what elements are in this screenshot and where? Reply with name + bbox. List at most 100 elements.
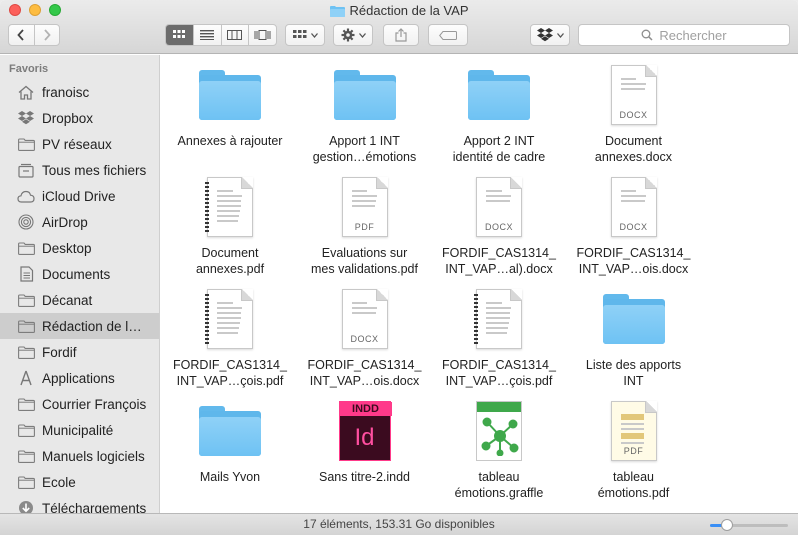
file-extension-label: DOCX (350, 334, 379, 344)
folder-item[interactable]: Mails Yvon (163, 391, 297, 503)
sidebar-item-label: Téléchargements (42, 500, 147, 514)
pdf-document-icon: PDF (610, 401, 657, 461)
file-item[interactable]: DOCX FORDIF_CAS1314_ INT_VAP…ois.docx (567, 167, 701, 279)
back-button[interactable] (9, 25, 35, 45)
file-name: FORDIF_CAS1314_ INT_VAP…çois.pdf (163, 357, 297, 389)
file-item[interactable]: FORDIF_CAS1314_ INT_VAP…çois.pdf (432, 279, 566, 391)
applications-icon (17, 370, 35, 386)
grid-icon (173, 30, 186, 38)
file-name-line-2: émotions.pdf (597, 486, 670, 500)
list-view-button[interactable] (194, 25, 222, 45)
file-name-line-1: FORDIF_CAS1314_ (173, 358, 287, 372)
indd-mark: Id (354, 424, 375, 451)
file-item[interactable]: PDF tableau émotions.pdf (567, 391, 701, 503)
file-item[interactable]: FORDIF_CAS1314_ INT_VAP…çois.pdf (163, 279, 297, 391)
file-icon-wrap: DOCX (567, 175, 701, 239)
folder-item[interactable]: Apport 1 INT gestion…émotions (298, 55, 432, 167)
file-extension-label: DOCX (619, 110, 648, 120)
sidebar-item-label: Applications (42, 370, 115, 386)
file-name: FORDIF_CAS1314_ INT_VAP…çois.pdf (432, 357, 566, 389)
sidebar-item[interactable]: iCloud Drive (0, 183, 159, 209)
icon-view-button[interactable] (166, 25, 194, 45)
file-name-line-1: Apport 2 INT (463, 134, 535, 148)
coverflow-view-button[interactable] (249, 25, 276, 45)
folder-item[interactable]: Annexes à rajouter (163, 55, 297, 167)
file-item[interactable]: DOCX Document annexes.docx (567, 55, 701, 167)
sidebar-item[interactable]: Dropbox (0, 105, 159, 131)
icon-size-slider[interactable] (710, 519, 788, 531)
tags-button[interactable] (428, 24, 468, 46)
chevron-down-icon (358, 32, 366, 38)
file-name-line-2: émotions.graffle (454, 486, 544, 500)
sidebar-item[interactable]: Manuels logiciels (0, 443, 159, 469)
sidebar-item-label: Tous mes fichiers (42, 162, 147, 178)
sidebar-item[interactable]: Tous mes fichiers (0, 157, 159, 183)
pdf-document-icon (205, 177, 253, 237)
sidebar-item[interactable]: PV réseaux (0, 131, 159, 157)
sidebar-item-label: Fordif (42, 344, 77, 360)
folder-item[interactable]: Liste des apports INT (567, 279, 701, 391)
file-extension-label: PDF (354, 222, 375, 232)
indd-band-label: INDD (339, 402, 392, 416)
sidebar-item[interactable]: AirDrop (0, 209, 159, 235)
folder-icon (17, 240, 35, 256)
dropbox-icon (17, 110, 35, 126)
sidebar-item[interactable]: Municipalité (0, 417, 159, 443)
file-item[interactable]: PDF Evaluations sur mes validations.pdf (298, 167, 432, 279)
file-name-line-2: gestion…émotions (312, 150, 417, 164)
dropbox-toolbar-button[interactable] (530, 24, 570, 46)
action-button[interactable] (333, 24, 373, 46)
folder-item[interactable]: Apport 2 INT identité de cadre (432, 55, 566, 167)
file-item[interactable]: Document annexes.pdf (163, 167, 297, 279)
file-name-line-2: INT_VAP…ois.docx (578, 262, 689, 276)
sidebar-item[interactable]: Documents (0, 261, 159, 287)
sidebar-item[interactable]: Rédaction de l… (0, 313, 159, 339)
sidebar-item[interactable]: Applications (0, 365, 159, 391)
sidebar-item[interactable]: Courrier François (0, 391, 159, 417)
file-name: FORDIF_CAS1314_ INT_VAP…ois.docx (298, 357, 432, 389)
column-view-button[interactable] (222, 25, 250, 45)
file-grid: Annexes à rajouter Apport 1 INT gestion…ém… (161, 55, 798, 513)
file-item[interactable]: tableau émotions.graffle (432, 391, 566, 503)
sidebar-item[interactable]: Téléchargements (0, 495, 159, 514)
sidebar-item[interactable]: franoisc (0, 79, 159, 105)
file-icon-wrap (298, 63, 432, 127)
file-name: Apport 2 INT identité de cadre (432, 133, 566, 165)
sidebar-item[interactable]: Ecole (0, 469, 159, 495)
sidebar-item-label: Municipalité (42, 422, 114, 438)
file-name: Evaluations sur mes validations.pdf (298, 245, 432, 277)
file-item[interactable]: DOCX FORDIF_CAS1314_ INT_VAP…al).docx (432, 167, 566, 279)
file-item[interactable]: INDD Id Sans titre-2.indd (298, 391, 432, 503)
forward-button[interactable] (35, 25, 60, 45)
pdf-document-icon: PDF (341, 177, 388, 237)
file-name: Sans titre-2.indd (298, 469, 432, 485)
file-icon-wrap: PDF (567, 399, 701, 463)
omnigraffle-document-icon (476, 401, 522, 461)
search-field[interactable]: Rechercher (578, 24, 790, 46)
file-icon-wrap: INDD Id (298, 399, 432, 463)
folder-icon (468, 70, 530, 120)
file-item[interactable]: DOCX FORDIF_CAS1314_ INT_VAP…ois.docx (298, 279, 432, 391)
file-name-line-1: tableau (478, 470, 520, 484)
status-text: 17 éléments, 153.31 Go disponibles (303, 517, 495, 531)
file-name: Document annexes.pdf (163, 245, 297, 277)
columns-icon (227, 30, 243, 40)
docx-document-icon: DOCX (610, 177, 657, 237)
sidebar-item-label: Dropbox (42, 110, 94, 126)
arrange-button[interactable] (285, 24, 325, 46)
sidebar-item[interactable]: Desktop (0, 235, 159, 261)
sidebar-item-label: Rédaction de l… (42, 318, 142, 334)
file-name-line-2: INT_VAP…ois.docx (309, 374, 420, 388)
file-name-line-2: mes validations.pdf (310, 262, 418, 276)
view-mode-control (165, 24, 277, 46)
folder-icon (17, 448, 35, 464)
sidebar-item[interactable]: Décanat (0, 287, 159, 313)
sidebar-item[interactable]: Fordif (0, 339, 159, 365)
chevron-right-icon (44, 29, 51, 41)
cloud-icon (17, 188, 35, 204)
share-button[interactable] (383, 24, 419, 46)
sidebar-item-label: Décanat (42, 292, 93, 308)
arrange-icon (292, 30, 306, 38)
file-name-line-2: INT_VAP…çois.pdf (445, 374, 553, 388)
file-name: Apport 1 INT gestion…émotions (298, 133, 432, 165)
